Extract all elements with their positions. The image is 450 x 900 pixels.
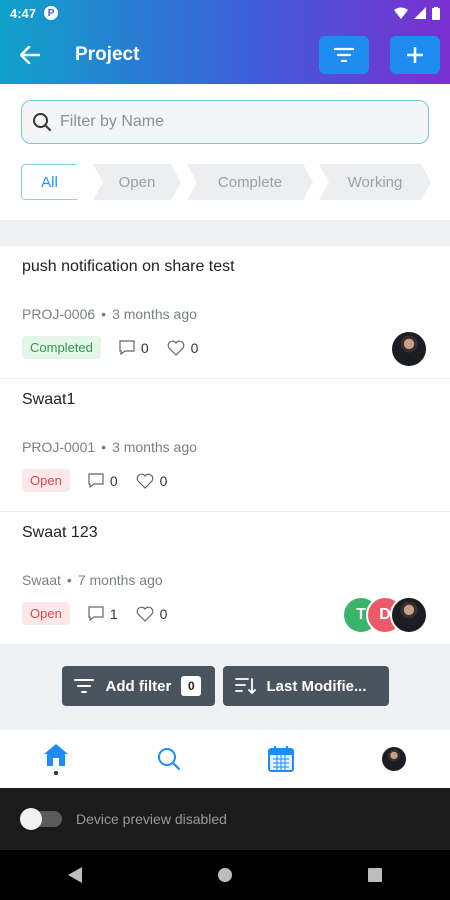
- back-triangle-icon[interactable]: [67, 866, 83, 884]
- project-meta: Swaat • 7 months ago: [22, 572, 163, 588]
- project-title: push notification on share test: [22, 258, 235, 275]
- search-icon: [33, 113, 51, 131]
- device-preview-bar: Device preview disabled: [0, 788, 450, 850]
- likes-value: 0: [159, 472, 168, 489]
- bottom-nav: [0, 730, 450, 788]
- filter-icon: [334, 47, 354, 63]
- heart-icon: [136, 473, 153, 489]
- status-time: 4:47: [10, 5, 37, 21]
- status-bar: 4:47 P: [0, 0, 450, 26]
- project-stats: Completed 0 0: [22, 336, 198, 359]
- sort-label: Last Modifie...: [266, 677, 367, 695]
- likes-count[interactable]: 0: [167, 339, 199, 356]
- nav-home[interactable]: [26, 736, 86, 782]
- avatar: [390, 330, 428, 368]
- heart-icon: [136, 606, 153, 622]
- project-code: Swaat: [22, 572, 61, 588]
- nav-profile[interactable]: [364, 736, 424, 782]
- back-button[interactable]: [10, 35, 50, 75]
- avatar: [390, 596, 428, 634]
- search-icon: [157, 748, 180, 771]
- comments-value: 1: [109, 605, 118, 622]
- comment-icon: [119, 340, 135, 355]
- add-project-button[interactable]: [390, 36, 440, 74]
- tab-open[interactable]: Open: [93, 164, 181, 200]
- project-updated: 3 months ago: [112, 439, 197, 455]
- battery-icon: [432, 6, 440, 20]
- filter-panel: All Open Complete Working: [0, 84, 450, 220]
- app-header: Project: [0, 26, 450, 84]
- filter-button[interactable]: [319, 36, 369, 74]
- content-area: All Open Complete Working push notificat…: [0, 84, 450, 730]
- tab-open-label: Open: [118, 173, 156, 191]
- heart-icon: [167, 340, 185, 356]
- active-indicator: [54, 771, 59, 775]
- tab-working[interactable]: Working: [319, 164, 431, 200]
- project-updated: 3 months ago: [112, 306, 197, 322]
- project-code: PROJ-0001: [22, 439, 96, 455]
- comments-value: 0: [109, 472, 118, 489]
- add-filter-label: Add filter: [105, 677, 172, 695]
- search-input[interactable]: [60, 113, 400, 131]
- status-badge: Open: [22, 469, 70, 492]
- page-title: Project: [75, 44, 140, 65]
- project-stats: Open 1 0: [22, 602, 167, 625]
- comments-count[interactable]: 1: [88, 606, 118, 622]
- status-badge: Completed: [22, 336, 101, 359]
- status-tabs: All Open Complete Working: [0, 164, 450, 202]
- filter-icon: [73, 679, 94, 693]
- tab-complete[interactable]: Complete: [187, 164, 313, 200]
- list-actions: Add filter 0 Last Modifie...: [0, 666, 450, 706]
- likes-value: 0: [190, 339, 199, 356]
- device-preview-label: Device preview disabled: [76, 811, 227, 827]
- comments-value: 0: [140, 339, 149, 356]
- tab-working-label: Working: [347, 173, 403, 191]
- likes-value: 0: [159, 605, 168, 622]
- member-avatars: [390, 330, 428, 368]
- project-card[interactable]: push notification on share test PROJ-000…: [0, 246, 450, 379]
- comments-count[interactable]: 0: [88, 473, 118, 489]
- plus-icon: [407, 47, 423, 63]
- system-nav-bar: [0, 850, 450, 900]
- comments-count[interactable]: 0: [119, 340, 149, 356]
- status-badge: Open: [22, 602, 70, 625]
- project-card[interactable]: Swaat 123 Swaat • 7 months ago Open 1 0 T …: [0, 512, 450, 645]
- project-meta: PROJ-0001 • 3 months ago: [22, 439, 197, 455]
- signal-icon: [414, 7, 426, 19]
- wifi-icon: [394, 7, 408, 19]
- project-stats: Open 0 0: [22, 469, 167, 492]
- home-icon: [44, 744, 69, 766]
- project-updated: 7 months ago: [77, 572, 163, 588]
- comment-icon: [88, 606, 104, 621]
- project-card[interactable]: Swaat1 PROJ-0001 • 3 months ago Open 0 0: [0, 379, 450, 512]
- project-meta: PROJ-0006 • 3 months ago: [22, 306, 197, 322]
- sort-button[interactable]: Last Modifie...: [222, 666, 389, 706]
- likes-count[interactable]: 0: [136, 605, 168, 622]
- likes-count[interactable]: 0: [136, 472, 168, 489]
- project-code: PROJ-0006: [22, 306, 96, 322]
- arrow-left-icon: [20, 46, 40, 64]
- nav-calendar[interactable]: [251, 736, 311, 782]
- sort-icon: [234, 678, 256, 694]
- app-notification-icon: P: [44, 6, 59, 20]
- project-title: Swaat 123: [22, 524, 98, 541]
- member-avatars: T D: [342, 596, 428, 634]
- filter-count-badge: 0: [181, 676, 202, 696]
- project-list: push notification on share test PROJ-000…: [0, 246, 450, 645]
- calendar-icon: [268, 746, 295, 772]
- nav-search[interactable]: [139, 736, 199, 782]
- comment-icon: [88, 473, 104, 488]
- add-filter-button[interactable]: Add filter 0: [61, 666, 215, 706]
- tab-complete-label: Complete: [217, 173, 283, 191]
- tab-all-label: All: [41, 173, 58, 191]
- project-title: Swaat1: [22, 391, 76, 408]
- toggle-knob: [20, 808, 42, 830]
- search-box[interactable]: [21, 100, 429, 144]
- device-preview-toggle[interactable]: [20, 808, 62, 830]
- profile-avatar: [381, 747, 406, 771]
- tab-all[interactable]: All: [21, 164, 77, 200]
- home-circle-icon[interactable]: [217, 867, 233, 883]
- recents-square-icon[interactable]: [367, 867, 383, 883]
